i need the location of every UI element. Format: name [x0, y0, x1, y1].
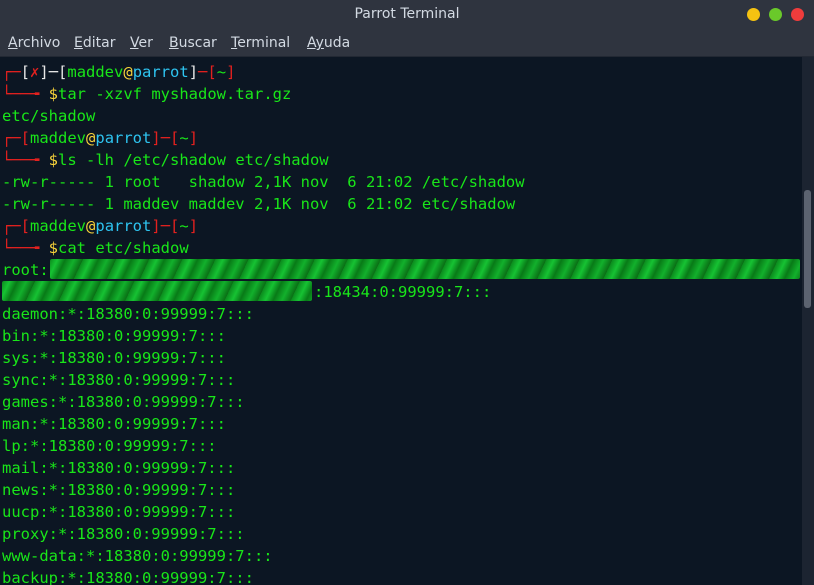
command-output: -rw-r----- 1 maddev maddev 2,1K nov 6 21… — [2, 195, 516, 213]
redacted-hash — [2, 281, 312, 301]
error-mark: ✗ — [30, 63, 40, 81]
shadow-root-line: root: — [2, 261, 49, 279]
command-output: etc/shadow — [2, 107, 96, 125]
shadow-entry: bin:*:18380:0:99999:7::: — [2, 327, 226, 345]
prompt-line: ┌─[maddev@parrot]─[~] — [2, 129, 199, 147]
shadow-entry: sys:*:18380:0:99999:7::: — [2, 349, 226, 367]
command-line: └──╼ $ls -lh /etc/shadow etc/shadow — [2, 151, 329, 169]
shadow-entry: news:*:18380:0:99999:7::: — [2, 481, 236, 499]
terminal-output[interactable]: ┌─[✗]─[maddev@parrot]─[~] └──╼ $tar -xzv… — [0, 57, 802, 585]
menu-editar[interactable]: Editar — [74, 35, 115, 51]
shadow-entry: sync:*:18380:0:99999:7::: — [2, 371, 236, 389]
minimize-button[interactable] — [747, 8, 760, 21]
title-bar: Parrot Terminal — [0, 0, 814, 30]
shadow-entry: lp:*:18380:0:99999:7::: — [2, 437, 217, 455]
menu-ver[interactable]: Ver — [130, 35, 153, 51]
prompt-line: ┌─[maddev@parrot]─[~] — [2, 217, 199, 235]
command-line: └──╼ $cat etc/shadow — [2, 239, 189, 257]
menu-ayuda[interactable]: Ayuda — [307, 35, 350, 51]
menu-terminal[interactable]: Terminal — [231, 35, 290, 51]
shadow-entry: www-data:*:18380:0:99999:7::: — [2, 547, 273, 565]
shadow-entry: man:*:18380:0:99999:7::: — [2, 415, 226, 433]
shadow-entry: games:*:18380:0:99999:7::: — [2, 393, 245, 411]
menu-archivo[interactable]: Archivo — [8, 35, 60, 51]
command-output: -rw-r----- 1 root shadow 2,1K nov 6 21:0… — [2, 173, 525, 191]
shadow-entry: backup:*:18380:0:99999:7::: — [2, 569, 254, 585]
prompt-line: ┌─[✗]─[maddev@parrot]─[~] — [2, 63, 236, 81]
window-title: Parrot Terminal — [354, 6, 460, 22]
shadow-entry: proxy:*:18380:0:99999:7::: — [2, 525, 245, 543]
redacted-hash — [50, 259, 800, 279]
menu-buscar[interactable]: Buscar — [169, 35, 217, 51]
shadow-root-suffix: :18434:0:99999:7::: — [314, 283, 492, 301]
maximize-button[interactable] — [769, 8, 782, 21]
menu-bar: Archivo Editar Ver Buscar Terminal Ayuda — [0, 30, 814, 57]
shadow-entry: mail:*:18380:0:99999:7::: — [2, 459, 236, 477]
scrollbar-thumb[interactable] — [804, 190, 811, 308]
shadow-entry: uucp:*:18380:0:99999:7::: — [2, 503, 236, 521]
close-button[interactable] — [791, 8, 804, 21]
command-line: └──╼ $tar -xzvf myshadow.tar.gz — [2, 85, 292, 103]
scrollbar-track[interactable] — [802, 57, 814, 585]
shadow-entry: daemon:*:18380:0:99999:7::: — [2, 305, 254, 323]
